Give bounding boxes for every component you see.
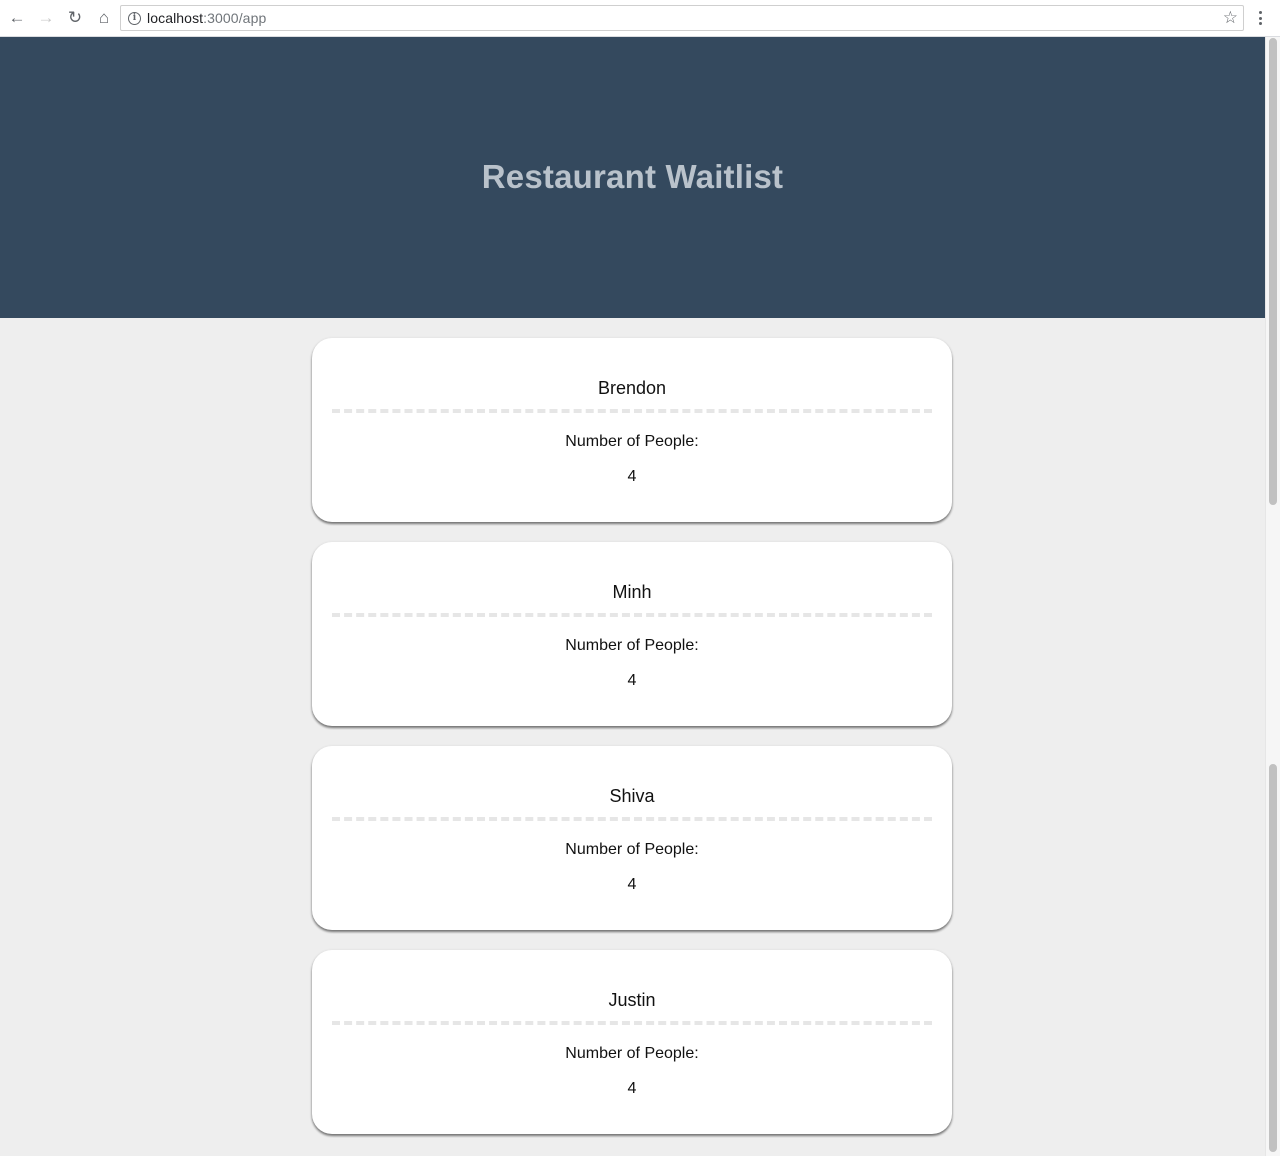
forward-arrow-icon[interactable]: → [32, 4, 60, 32]
page-header: Restaurant Waitlist [0, 37, 1265, 318]
guest-name: Brendon [597, 378, 667, 398]
reload-icon[interactable]: ↻ [61, 4, 89, 32]
page-title: Restaurant Waitlist [481, 158, 784, 195]
page-viewport: Restaurant Waitlist Brendon Number of Pe… [0, 37, 1265, 1156]
waitlist-card: Shiva Number of People: 4 [312, 746, 952, 930]
party-size-value: 4 [627, 468, 637, 485]
party-size-label: Number of People: [565, 841, 699, 858]
party-size-label: Number of People: [565, 637, 699, 654]
card-divider [332, 1021, 932, 1025]
info-icon[interactable]: i [128, 11, 141, 25]
waitlist-card: Brendon Number of People: 4 [312, 338, 952, 522]
card-divider [332, 613, 932, 617]
scrollbar-thumb-lower[interactable] [1269, 764, 1277, 1152]
party-size-label: Number of People: [565, 1045, 699, 1062]
party-size-value: 4 [627, 672, 637, 689]
party-size-label: Number of People: [565, 433, 699, 450]
waitlist-card: Minh Number of People: 4 [312, 542, 952, 726]
waitlist: Brendon Number of People: 4 Minh Number … [312, 338, 952, 1154]
home-icon[interactable]: ⌂ [90, 4, 118, 32]
party-size-value: 4 [627, 876, 637, 893]
card-divider [332, 817, 932, 821]
back-arrow-icon[interactable]: ← [3, 4, 31, 32]
page-scrollbar[interactable] [1265, 37, 1280, 1156]
guest-name: Minh [612, 582, 652, 602]
url-host: localhost [147, 10, 204, 26]
url-path: :3000/app [203, 10, 267, 26]
bookmark-star-icon[interactable]: ☆ [1223, 8, 1238, 28]
guest-name: Shiva [609, 786, 655, 806]
address-bar[interactable]: i localhost:3000/app ☆ [120, 5, 1244, 31]
scrollbar-thumb[interactable] [1269, 38, 1277, 505]
party-size-value: 4 [627, 1080, 637, 1097]
url-text[interactable]: localhost:3000/app [147, 10, 266, 26]
browser-toolbar: ← → ↻ ⌂ i localhost:3000/app ☆ [0, 0, 1280, 37]
waitlist-card: Justin Number of People: 4 [312, 950, 952, 1134]
guest-name: Justin [608, 990, 656, 1010]
card-divider [332, 409, 932, 413]
browser-menu-icon[interactable] [1253, 4, 1267, 32]
